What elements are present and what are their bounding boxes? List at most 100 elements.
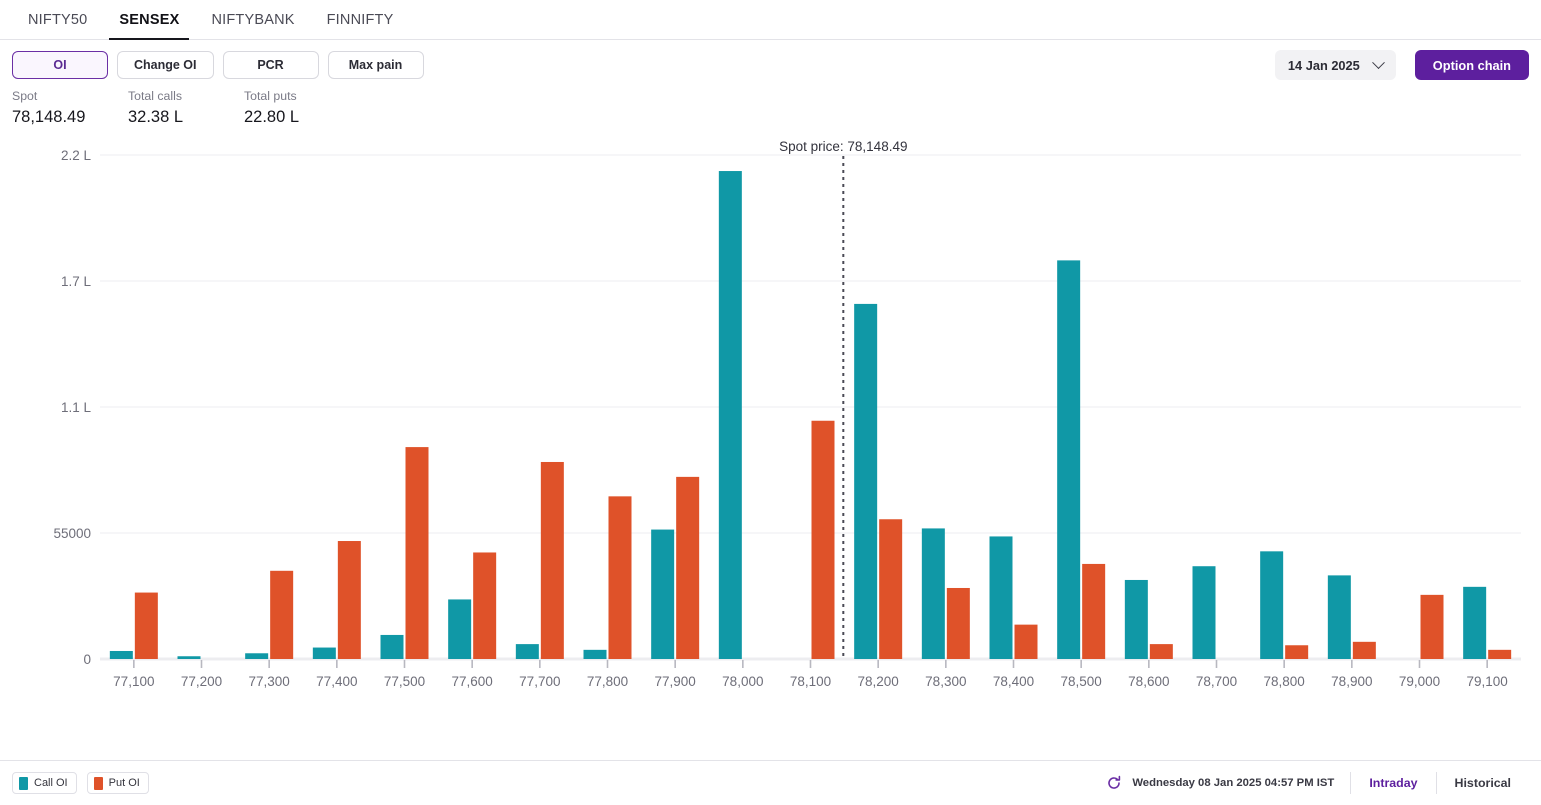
mode-button-oi[interactable]: OI: [12, 51, 108, 79]
bar-series: [109, 171, 1512, 659]
x-axis-tick-label: 77,500: [384, 674, 425, 689]
x-axis-tick-label: 79,000: [1399, 674, 1440, 689]
bar-put-oi[interactable]: [270, 570, 294, 659]
mode-button-max-pain[interactable]: Max pain: [327, 51, 424, 79]
footer-link-intraday[interactable]: Intraday: [1351, 776, 1435, 790]
tab-niftybank[interactable]: NIFTYBANK: [195, 0, 310, 39]
x-axis-tick-label: 77,700: [519, 674, 560, 689]
x-axis-tick-label: 78,000: [722, 674, 763, 689]
stat-total-calls: Total calls 32.38 L: [128, 88, 244, 129]
y-axis-tick-label: 2.2 L: [61, 148, 92, 163]
x-axis-tick-label: 79,100: [1467, 674, 1508, 689]
mode-button-change-oi[interactable]: Change OI: [117, 51, 214, 79]
tab-sensex[interactable]: SENSEX: [103, 0, 195, 40]
x-axis-tick-label: 78,600: [1128, 674, 1169, 689]
footer-right: Wednesday 08 Jan 2025 04:57 PM IST Intra…: [1106, 772, 1529, 794]
chart-controls: OI Change OI PCR Max pain 14 Jan 2025 Optio…: [0, 40, 1541, 90]
bar-call-oi[interactable]: [1057, 260, 1081, 659]
y-axis-ticks: 0 55000 1.1 L 1.7 L 2.2 L: [53, 148, 91, 667]
x-axis-tick-label: 78,900: [1331, 674, 1372, 689]
stat-value: 22.80 L: [244, 108, 300, 126]
bar-put-oi[interactable]: [676, 476, 700, 659]
bar-call-oi[interactable]: [380, 634, 404, 659]
bar-call-oi[interactable]: [989, 536, 1013, 659]
bar-call-oi[interactable]: [245, 653, 269, 659]
x-axis-tick-label: 77,100: [113, 674, 154, 689]
x-axis-tick-label: 78,800: [1264, 674, 1305, 689]
bar-put-oi[interactable]: [608, 496, 632, 659]
x-axis-tick-label: 78,100: [790, 674, 831, 689]
stat-spot: Spot 78,148.49: [12, 88, 128, 129]
bar-put-oi[interactable]: [337, 541, 361, 659]
bar-call-oi[interactable]: [651, 529, 675, 659]
option-chain-button[interactable]: Option chain: [1414, 50, 1529, 80]
bar-put-oi[interactable]: [473, 552, 497, 659]
last-updated-timestamp: Wednesday 08 Jan 2025 04:57 PM IST: [1132, 777, 1335, 789]
mode-button-pcr[interactable]: PCR: [222, 51, 319, 79]
expiry-date-select[interactable]: 14 Jan 2025: [1274, 50, 1396, 80]
bar-put-oi[interactable]: [1488, 649, 1512, 659]
legend-swatch: [19, 776, 28, 790]
bar-put-oi[interactable]: [134, 592, 158, 659]
bar-call-oi[interactable]: [1463, 586, 1487, 659]
metric-mode-group: OI Change OI PCR Max pain: [12, 51, 424, 79]
bar-call-oi[interactable]: [1192, 566, 1216, 659]
stat-label: Total calls: [128, 89, 182, 103]
bar-put-oi[interactable]: [946, 587, 970, 659]
chevron-down-icon: [1371, 55, 1385, 69]
x-axis-tick-label: 78,700: [1196, 674, 1237, 689]
bar-call-oi[interactable]: [718, 171, 742, 659]
tab-nifty50[interactable]: NIFTY50: [12, 0, 103, 39]
x-axis-tick-label: 78,500: [1061, 674, 1102, 689]
expiry-date-value: 14 Jan 2025: [1287, 57, 1360, 73]
refresh-icon[interactable]: [1106, 775, 1122, 791]
bar-call-oi[interactable]: [1124, 579, 1148, 659]
bar-call-oi[interactable]: [312, 647, 336, 659]
y-axis-tick-label: 0: [83, 652, 91, 667]
bar-call-oi[interactable]: [583, 649, 607, 659]
legend-item-put-oi[interactable]: Put OI: [86, 772, 149, 794]
bar-put-oi[interactable]: [1285, 645, 1309, 659]
bar-call-oi[interactable]: [854, 303, 878, 659]
y-axis-tick-label: 1.1 L: [61, 400, 92, 415]
stat-value: 32.38 L: [128, 108, 184, 126]
x-axis-tick-label: 77,200: [181, 674, 222, 689]
y-axis-tick-label: 1.7 L: [61, 274, 92, 289]
bar-put-oi[interactable]: [1082, 563, 1106, 659]
bar-call-oi[interactable]: [921, 528, 945, 659]
bar-put-oi[interactable]: [1420, 594, 1444, 659]
y-axis-tick-label: 55000: [53, 526, 91, 541]
bar-put-oi[interactable]: [540, 461, 564, 659]
stat-label: Spot: [12, 89, 38, 103]
bar-call-oi[interactable]: [515, 644, 539, 659]
bar-call-oi[interactable]: [1260, 551, 1284, 659]
x-axis-tick-label: 77,300: [249, 674, 290, 689]
bar-put-oi[interactable]: [1149, 644, 1173, 659]
footer-link-historical[interactable]: Historical: [1437, 776, 1529, 790]
series-legend: Call OI Put OI: [12, 772, 149, 794]
oi-chart-svg: 0 55000 1.1 L 1.7 L 2.2 L 77,100 77,200 77,300…: [53, 139, 1521, 689]
legend-item-call-oi[interactable]: Call OI: [12, 772, 77, 794]
summary-stats: Spot 78,148.49 Total calls 32.38 L Total put…: [0, 88, 1541, 129]
stat-total-puts: Total puts 22.80 L: [244, 88, 364, 129]
legend-label: Call OI: [34, 777, 68, 789]
legend-label: Put OI: [108, 777, 140, 789]
bar-put-oi[interactable]: [1352, 641, 1376, 659]
tab-finnifty[interactable]: FINNIFTY: [311, 0, 410, 39]
bar-call-oi[interactable]: [448, 599, 472, 659]
bar-put-oi[interactable]: [405, 447, 429, 659]
spot-price-label: Spot price: 78,148.49: [779, 139, 907, 154]
oi-chart: 0 55000 1.1 L 1.7 L 2.2 L 77,100 77,200 77,300…: [0, 129, 1541, 729]
bar-call-oi[interactable]: [109, 650, 133, 659]
x-axis-tick-label: 78,200: [858, 674, 899, 689]
bar-put-oi[interactable]: [879, 519, 903, 659]
index-tabbar: NIFTY50 SENSEX NIFTYBANK FINNIFTY: [0, 0, 1541, 40]
x-axis-tick-label: 77,400: [316, 674, 357, 689]
x-axis-tick-label: 77,600: [452, 674, 493, 689]
bar-call-oi[interactable]: [177, 656, 201, 659]
bar-call-oi[interactable]: [1327, 575, 1351, 659]
x-axis-ticks: 77,100 77,200 77,300 77,400 77,500 77,600 77,7…: [113, 660, 1508, 689]
bar-put-oi[interactable]: [1014, 624, 1038, 659]
x-axis-tick-label: 77,800: [587, 674, 628, 689]
bar-put-oi[interactable]: [811, 420, 835, 659]
